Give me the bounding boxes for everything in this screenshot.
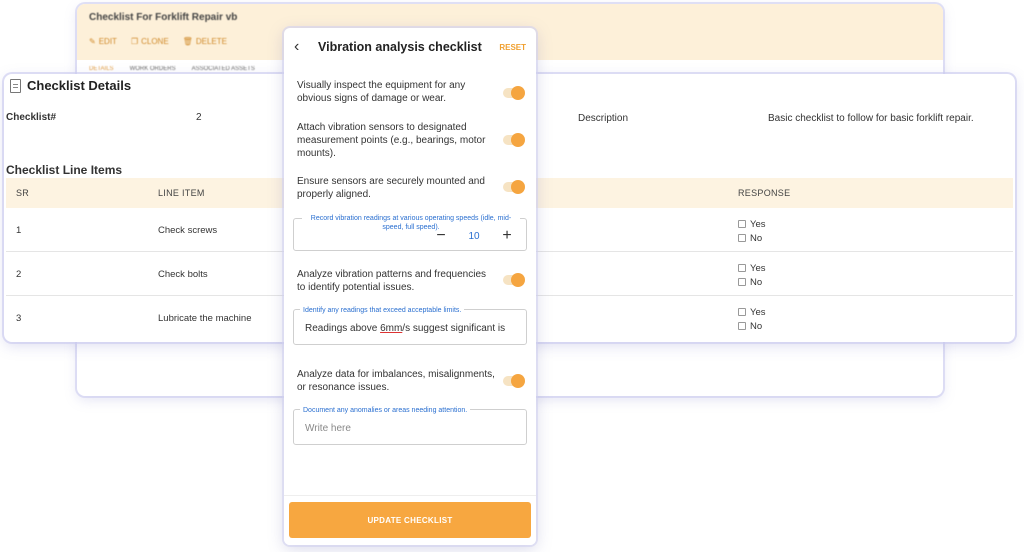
toggle-knob — [511, 273, 525, 287]
row-line-item: Lubricate the machine — [158, 313, 252, 324]
no-label: No — [750, 276, 763, 288]
response-yes[interactable]: Yes — [738, 305, 766, 319]
yes-label: Yes — [750, 262, 766, 274]
checklist-item-text: Visually inspect the equipment for any o… — [297, 80, 466, 104]
checklist-item-text: Attach vibration sensors to designated m… — [297, 122, 486, 159]
details-title-text: Checklist Details — [27, 78, 132, 93]
row-sr: 3 — [16, 313, 22, 324]
response-no[interactable]: No — [738, 231, 766, 245]
anomalies-field[interactable]: Document any anomalies or areas needing … — [293, 406, 527, 445]
yes-checkbox[interactable] — [738, 264, 746, 272]
clone-action[interactable]: ❐ CLONE — [131, 37, 169, 46]
no-checkbox[interactable] — [738, 322, 746, 330]
header-response: RESPONSE — [738, 188, 791, 198]
minus-icon[interactable]: − — [434, 228, 448, 244]
description-value: Basic checklist to follow for basic fork… — [768, 113, 974, 124]
checklist-item: Attach vibration sensors to designated m… — [297, 121, 527, 160]
panel-header: ‹ Vibration analysis checklist RESET — [284, 28, 536, 68]
item-toggle[interactable] — [503, 273, 525, 287]
row-line-item: Check screws — [158, 225, 218, 236]
details-title: Checklist Details — [10, 78, 131, 93]
no-checkbox[interactable] — [738, 278, 746, 286]
yes-checkbox[interactable] — [738, 308, 746, 316]
panel-title: Vibration analysis checklist — [318, 40, 482, 54]
edit-action[interactable]: ✎ EDIT — [89, 37, 117, 46]
vibration-checklist-panel: ‹ Vibration analysis checklist RESET Vis… — [284, 28, 536, 545]
checklist-item: Visually inspect the equipment for any o… — [297, 79, 527, 105]
edit-label: EDIT — [98, 37, 117, 46]
background-card-title: Checklist For Forklift Repair vb — [89, 12, 238, 23]
toggle-knob — [511, 180, 525, 194]
item-toggle[interactable] — [503, 133, 525, 147]
response-no[interactable]: No — [738, 319, 766, 333]
plus-icon[interactable]: + — [500, 228, 514, 244]
checklist-item: Ensure sensors are securely mounted and … — [297, 175, 527, 201]
delete-action[interactable]: 🗑 DELETE — [183, 37, 227, 46]
anomalies-input[interactable]: Write here — [305, 423, 521, 434]
row-sr: 1 — [16, 225, 22, 236]
readings-field: Record vibration readings at various ope… — [293, 214, 527, 251]
quantity-stepper: − 10 + — [434, 228, 514, 244]
stage: Checklist For Forklift Repair vb ✎ EDIT ❐… — [0, 0, 1024, 552]
checklist-item-text: Analyze vibration patterns and frequenci… — [297, 269, 487, 293]
no-label: No — [750, 232, 763, 244]
toggle-knob — [511, 86, 525, 100]
checklist-number-label: Checklist# — [6, 112, 57, 123]
row-response: Yes No — [738, 305, 766, 333]
toggle-knob — [511, 374, 525, 388]
delete-label: DELETE — [195, 37, 227, 46]
item-toggle[interactable] — [503, 86, 525, 100]
limits-field[interactable]: Identify any readings that exceed accept… — [293, 306, 527, 345]
header-line-item: LINE ITEM — [158, 188, 205, 198]
limits-text-prefix: Readings above — [305, 323, 381, 334]
clone-icon: ❐ — [130, 37, 139, 46]
no-checkbox[interactable] — [738, 234, 746, 242]
checklist-item-text: Ensure sensors are securely mounted and … — [297, 176, 485, 200]
tab-work-orders[interactable]: WORK ORDERS — [130, 66, 176, 72]
row-response: Yes No — [738, 261, 766, 289]
yes-checkbox[interactable] — [738, 220, 746, 228]
response-yes[interactable]: Yes — [738, 261, 766, 275]
tab-details[interactable]: DETAILS — [89, 66, 114, 72]
yes-label: Yes — [750, 306, 766, 318]
limits-legend: Identify any readings that exceed accept… — [300, 306, 465, 315]
limits-input-value[interactable]: Readings above 6mm/s suggest significant… — [305, 323, 521, 334]
response-yes[interactable]: Yes — [738, 217, 766, 231]
row-sr: 2 — [16, 269, 22, 280]
update-checklist-button[interactable]: UPDATE CHECKLIST — [289, 502, 531, 538]
item-toggle[interactable] — [503, 180, 525, 194]
clone-label: CLONE — [141, 37, 169, 46]
anomalies-legend: Document any anomalies or areas needing … — [300, 406, 471, 415]
edit-icon: ✎ — [89, 37, 96, 46]
response-no[interactable]: No — [738, 275, 766, 289]
checklist-item: Analyze data for imbalances, misalignmen… — [297, 368, 527, 394]
row-line-item: Check bolts — [158, 269, 208, 280]
header-sr: SR — [16, 188, 30, 198]
description-label: Description — [578, 113, 629, 124]
checklist-item: Analyze vibration patterns and frequenci… — [297, 268, 527, 294]
tab-associated-assets[interactable]: ASSOCIATED ASSETS — [192, 66, 255, 72]
line-items-title: Checklist Line Items — [6, 163, 123, 177]
panel-footer: UPDATE CHECKLIST — [284, 495, 536, 545]
no-label: No — [750, 320, 763, 332]
yes-label: Yes — [750, 218, 766, 230]
document-icon — [10, 78, 21, 93]
stepper-value[interactable]: 10 — [466, 231, 482, 242]
reset-button[interactable]: RESET — [499, 43, 526, 52]
limits-text-suffix: /s suggest significant is — [402, 323, 506, 334]
toggle-knob — [511, 133, 525, 147]
row-response: Yes No — [738, 217, 766, 245]
checklist-number-value: 2 — [196, 112, 202, 123]
delete-icon: 🗑 — [182, 37, 193, 46]
checklist-item-text: Analyze data for imbalances, misalignmen… — [297, 369, 495, 393]
chevron-left-icon[interactable]: ‹ — [294, 38, 299, 56]
limits-text-misspelled: 6mm — [380, 323, 403, 334]
item-toggle[interactable] — [503, 374, 525, 388]
